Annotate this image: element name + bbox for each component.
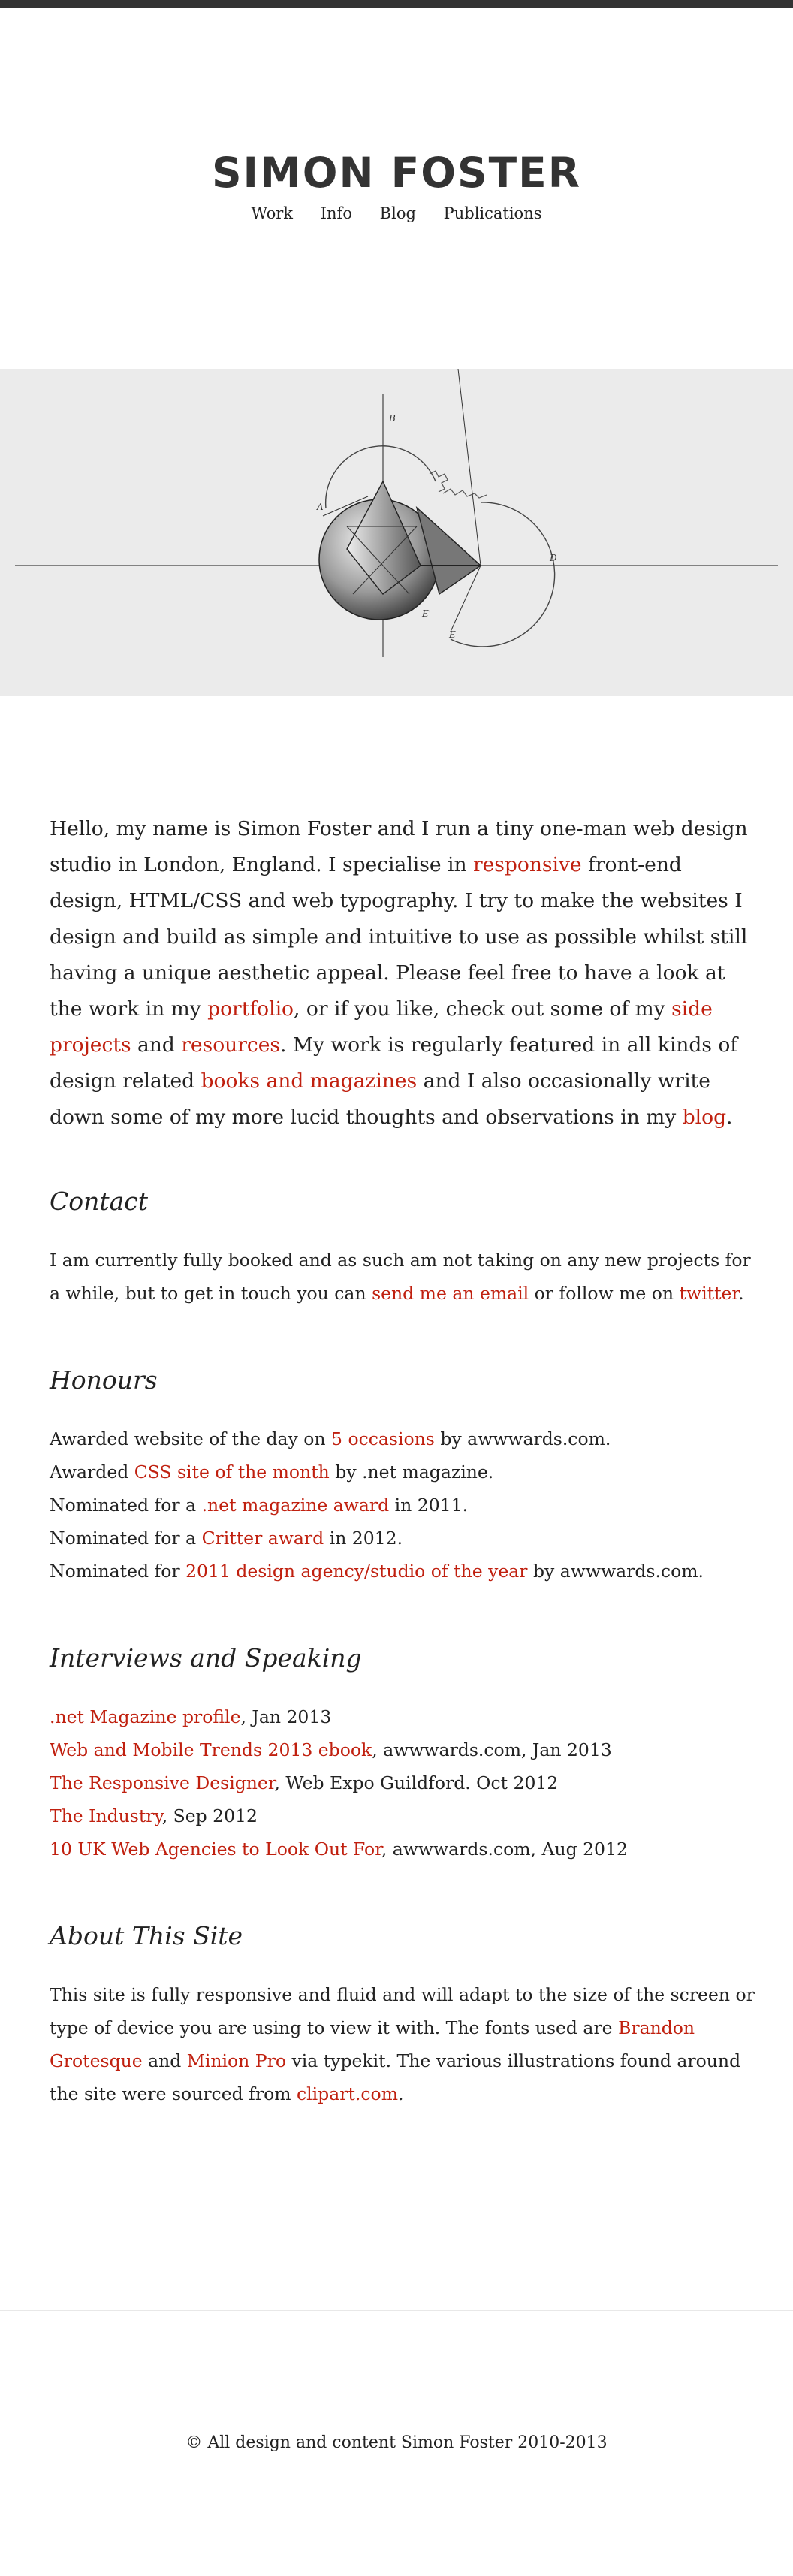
main-nav: Work Info Blog Publications (0, 201, 793, 225)
interviews-list: .net Magazine profile, Jan 2013 Web and … (50, 1700, 755, 1866)
contact-text: or follow me on (529, 1283, 680, 1304)
interviews-section: Interviews and Speaking .net Magazine pr… (50, 1642, 755, 1866)
label-e-prime: E' (421, 608, 431, 619)
item-text: in 2011. (389, 1495, 469, 1516)
item-text: , awwwards.com, Jan 2013 (372, 1739, 612, 1760)
item-text: , Sep 2012 (161, 1805, 258, 1826)
main-content: Hello, my name is Simon Foster and I run… (50, 811, 755, 2110)
list-item: Awarded CSS site of the month by .net ma… (50, 1455, 755, 1489)
honour-link[interactable]: .net magazine award (202, 1495, 390, 1516)
list-item: Nominated for a .net magazine award in 2… (50, 1489, 755, 1522)
intro-text: front-end design, HTML/CSS and web typog… (50, 853, 748, 1021)
twitter-link[interactable]: twitter (680, 1283, 739, 1304)
portfolio-link[interactable]: portfolio (207, 997, 294, 1021)
interview-link[interactable]: Web and Mobile Trends 2013 ebook (50, 1739, 372, 1760)
resources-link[interactable]: resources (181, 1033, 280, 1057)
honours-section: Honours Awarded website of the day on 5 … (50, 1364, 755, 1588)
nav-info[interactable]: Info (321, 204, 352, 222)
label-a: A (316, 502, 324, 512)
item-text: , Jan 2013 (240, 1706, 332, 1727)
item-text: by .net magazine. (329, 1461, 494, 1483)
honour-link[interactable]: Critter award (202, 1528, 324, 1549)
item-text: Awarded (50, 1461, 134, 1483)
item-text: Nominated for (50, 1561, 186, 1582)
footer-copyright: © All design and content Simon Foster 20… (185, 2433, 608, 2452)
interview-link[interactable]: 10 UK Web Agencies to Look Out For (50, 1838, 381, 1860)
clipart-link[interactable]: clipart.com (297, 2083, 398, 2104)
about-text: and (142, 2050, 187, 2071)
site-logo[interactable]: SIMON FOSTER (0, 146, 793, 200)
about-heading: About This Site (50, 1921, 243, 1950)
intro-text: and (131, 1033, 182, 1057)
list-item: The Responsive Designer, Web Expo Guildf… (50, 1766, 755, 1799)
honours-heading: Honours (50, 1365, 158, 1395)
item-text: Nominated for a (50, 1495, 202, 1516)
interview-link[interactable]: The Responsive Designer (50, 1772, 274, 1793)
minion-pro-link[interactable]: Minion Pro (187, 2050, 286, 2071)
item-text: by awwwards.com. (527, 1561, 704, 1582)
blog-link[interactable]: blog (683, 1106, 726, 1129)
books-magazines-link[interactable]: books and magazines (201, 1069, 418, 1093)
about-section: About This Site This site is fully respo… (50, 1920, 755, 2110)
label-d: D (549, 553, 557, 563)
item-text: in 2012. (324, 1528, 403, 1549)
list-item: Nominated for 2011 design agency/studio … (50, 1555, 755, 1588)
honour-link[interactable]: CSS site of the month (134, 1461, 330, 1483)
honours-list: Awarded website of the day on 5 occasion… (50, 1422, 755, 1588)
item-text: Nominated for a (50, 1528, 202, 1549)
item-text: , awwwards.com, Aug 2012 (381, 1838, 628, 1860)
cone-sphere-illustration: B A D E' E (15, 369, 778, 657)
list-item: Awarded website of the day on 5 occasion… (50, 1422, 755, 1455)
list-item: The Industry, Sep 2012 (50, 1799, 755, 1832)
responsive-link[interactable]: responsive (473, 853, 582, 876)
contact-text: . (738, 1283, 744, 1304)
top-bar (0, 0, 793, 8)
contact-heading: Contact (50, 1187, 149, 1216)
interview-link[interactable]: The Industry (50, 1805, 162, 1826)
contact-section: Contact I am currently fully booked and … (50, 1185, 755, 1310)
item-text: Awarded website of the day on (50, 1428, 332, 1449)
interviews-heading: Interviews and Speaking (50, 1643, 362, 1673)
email-link[interactable]: send me an email (372, 1283, 529, 1304)
label-b: B (388, 413, 396, 424)
nav-work[interactable]: Work (251, 204, 293, 222)
intro-paragraph: Hello, my name is Simon Foster and I run… (50, 811, 755, 1136)
contact-paragraph: I am currently fully booked and as such … (50, 1244, 755, 1310)
item-text: , Web Expo Guildford. Oct 2012 (274, 1772, 559, 1793)
hero-illustration: B A D E' E (0, 369, 793, 696)
intro-text: , or if you like, check out some of my (294, 997, 672, 1021)
item-text: by awwwards.com. (434, 1428, 611, 1449)
about-paragraph: This site is fully responsive and fluid … (50, 1978, 755, 2110)
list-item: 10 UK Web Agencies to Look Out For, awww… (50, 1832, 755, 1866)
interview-link[interactable]: .net Magazine profile (50, 1706, 240, 1727)
intro-text: . (726, 1106, 733, 1129)
honour-link[interactable]: 2011 design agency/studio of the year (185, 1561, 527, 1582)
about-text: . (397, 2083, 404, 2104)
honour-link[interactable]: 5 occasions (331, 1428, 435, 1449)
list-item: .net Magazine profile, Jan 2013 (50, 1700, 755, 1733)
list-item: Nominated for a Critter award in 2012. (50, 1522, 755, 1555)
nav-publications[interactable]: Publications (444, 204, 542, 222)
footer-divider (0, 2310, 793, 2311)
nav-blog[interactable]: Blog (380, 204, 416, 222)
list-item: Web and Mobile Trends 2013 ebook, awwwar… (50, 1733, 755, 1766)
label-e: E (448, 629, 456, 640)
